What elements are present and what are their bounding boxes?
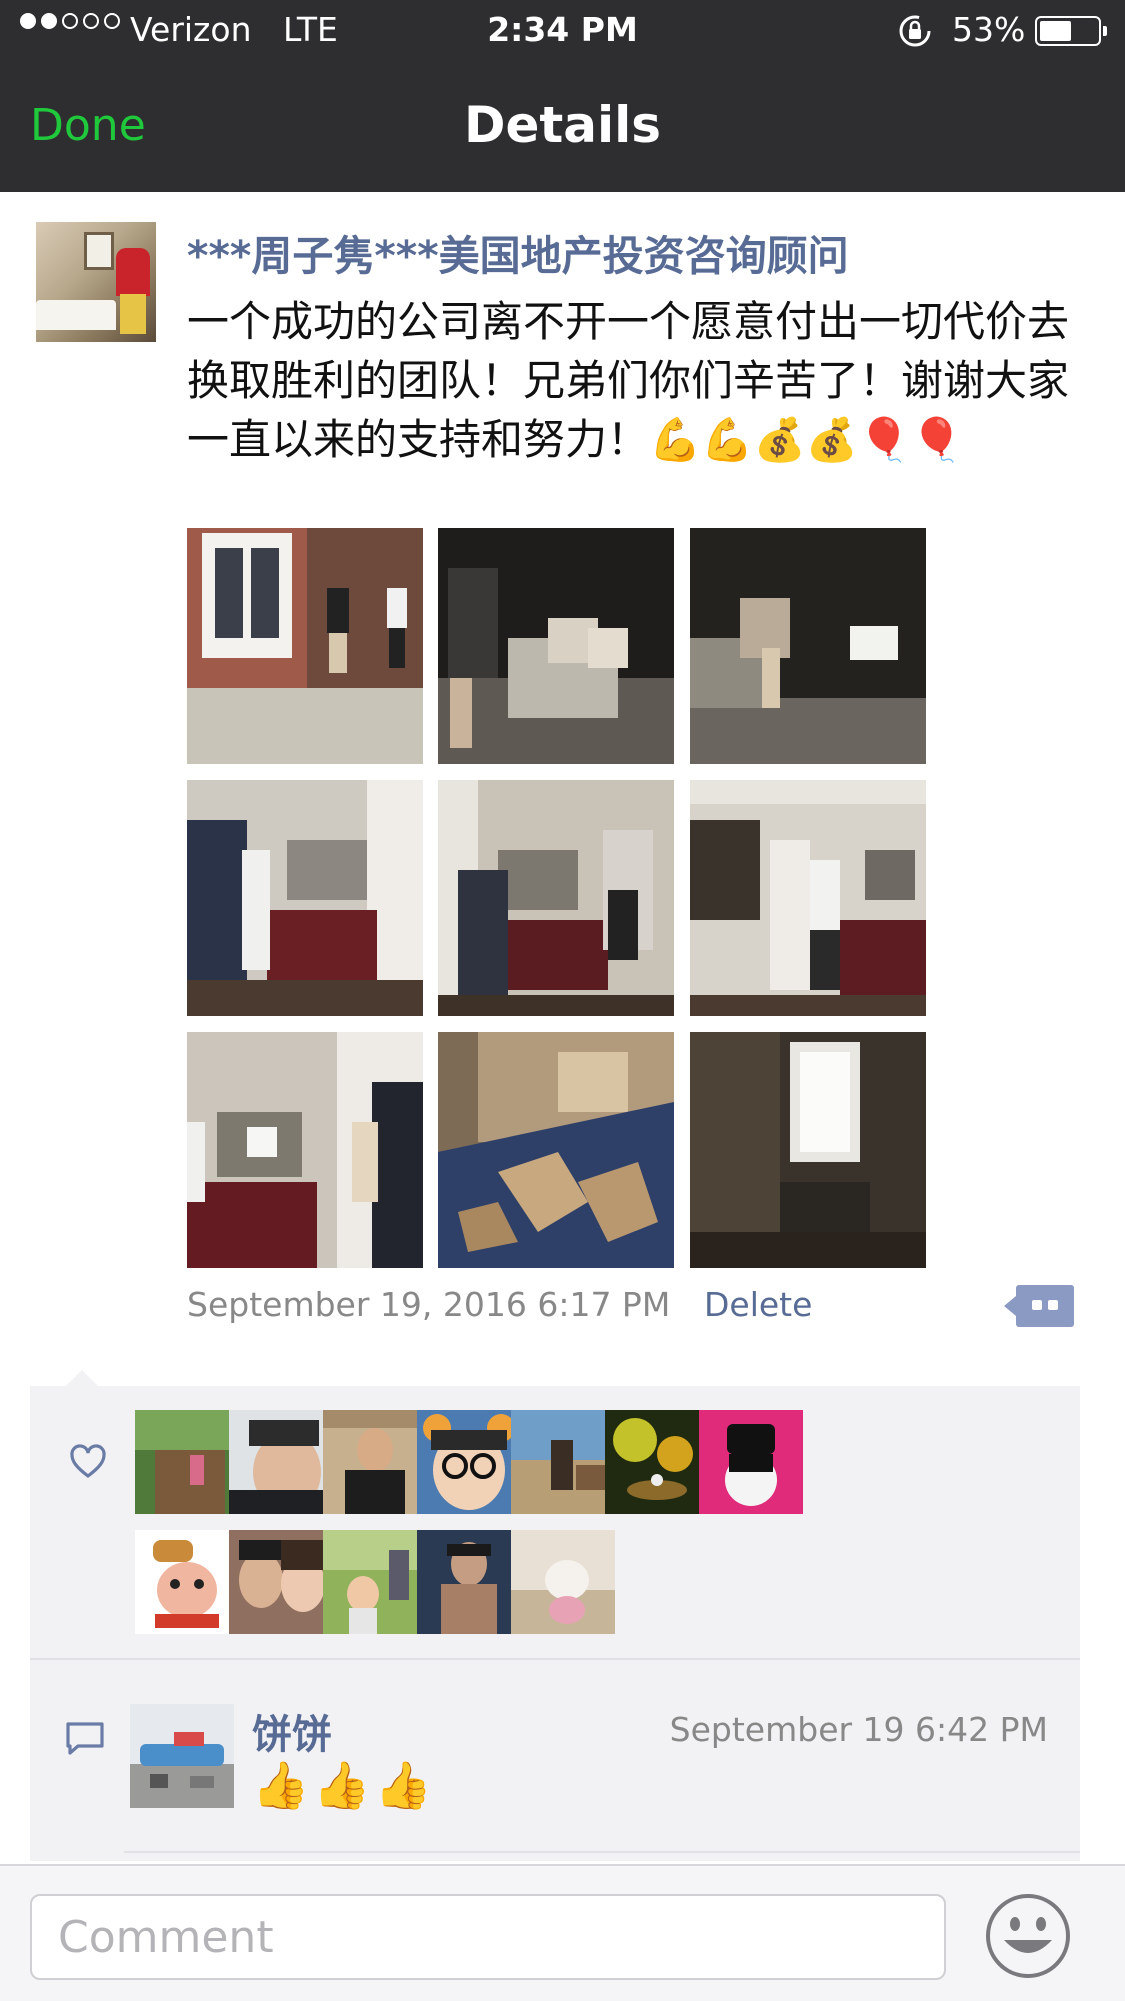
lock-rotation-icon <box>899 15 931 47</box>
liker-avatar[interactable] <box>417 1410 521 1514</box>
comment-divider <box>124 1851 1080 1853</box>
battery-percent: 53% <box>952 10 1026 49</box>
post-photo-8[interactable] <box>438 1032 674 1268</box>
navigation-bar: Done Details <box>0 64 1125 192</box>
more-options-icon[interactable] <box>1004 1285 1074 1327</box>
likes-comments-panel: 饼饼 September 19 6:42 PM 👍👍👍 <box>30 1370 1080 1861</box>
comment-text: 👍👍👍 <box>252 1758 436 1812</box>
commenter-name[interactable]: 饼饼 <box>252 1702 332 1760</box>
post-photo-3[interactable] <box>690 528 926 764</box>
post-photo-5[interactable] <box>438 780 674 1016</box>
comment-bubble-icon <box>66 1722 104 1755</box>
post-photo-6[interactable] <box>690 780 926 1016</box>
post-photo-9[interactable] <box>690 1032 926 1268</box>
emoji-icon[interactable] <box>984 1892 1072 1980</box>
post-photo-2[interactable] <box>438 528 674 764</box>
comment-timestamp: September 19 6:42 PM <box>669 1710 1048 1749</box>
liker-avatar[interactable] <box>135 1530 239 1634</box>
comment-input[interactable] <box>30 1894 946 1980</box>
author-name[interactable]: ***周子隽***美国地产投资咨询顾问 <box>187 222 849 282</box>
panel-divider <box>30 1658 1080 1660</box>
post-text: 一个成功的公司离不开一个愿意付出一切代价去换取胜利的团队！兄弟们你们辛苦了！谢谢… <box>187 297 1070 464</box>
post-timestamp: September 19, 2016 6:17 PM <box>187 1285 671 1324</box>
post-photo-1[interactable] <box>187 528 423 764</box>
liker-avatar[interactable] <box>699 1410 803 1514</box>
commenter-avatar[interactable] <box>130 1704 234 1808</box>
post-photo-4[interactable] <box>187 780 423 1016</box>
status-bar: Verizon LTE 2:34 PM 53% <box>0 0 1125 64</box>
liker-avatar[interactable] <box>605 1410 709 1514</box>
post-photo-7[interactable] <box>187 1032 423 1268</box>
heart-icon <box>70 1444 106 1479</box>
author-avatar[interactable] <box>36 222 156 342</box>
battery-icon <box>1035 16 1107 46</box>
liker-avatar[interactable] <box>323 1530 427 1634</box>
page-title: Details <box>463 96 662 154</box>
delete-button[interactable]: Delete <box>704 1285 812 1324</box>
liker-avatar[interactable] <box>417 1530 521 1634</box>
comment-composer <box>0 1864 1125 2001</box>
liker-avatar[interactable] <box>323 1410 427 1514</box>
liker-avatar[interactable] <box>229 1530 333 1634</box>
liker-avatar[interactable] <box>511 1410 615 1514</box>
liker-avatar[interactable] <box>135 1410 239 1514</box>
liker-avatar[interactable] <box>229 1410 333 1514</box>
liker-avatar[interactable] <box>511 1530 615 1634</box>
